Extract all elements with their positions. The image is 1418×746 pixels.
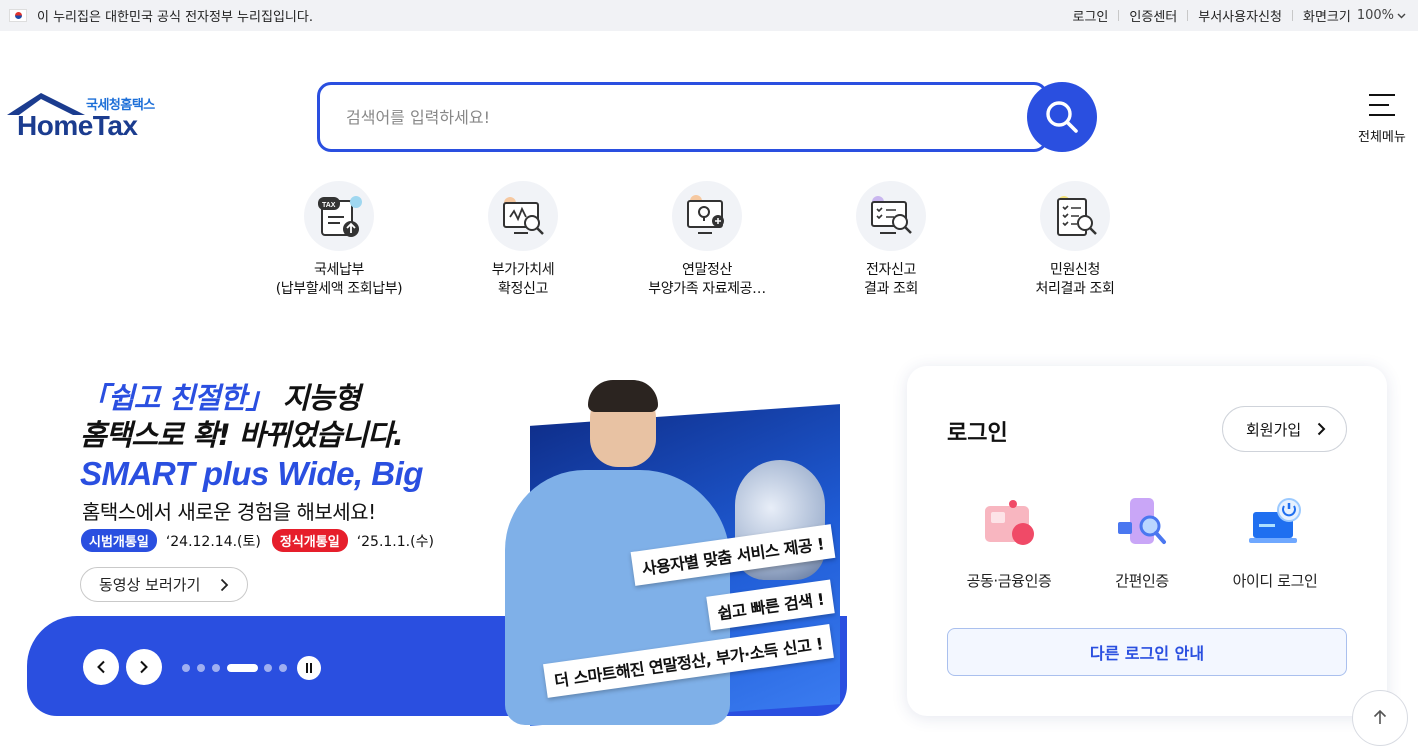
logo-title: HomeTax bbox=[17, 110, 138, 141]
slide-indicator-5[interactable] bbox=[264, 664, 272, 672]
quick-menu-e-filing[interactable]: 전자신고 결과 조회 bbox=[806, 181, 976, 299]
slide-indicator-1[interactable] bbox=[182, 664, 190, 672]
search-box bbox=[317, 82, 1048, 152]
simple-auth-label: 간편인증 bbox=[1115, 572, 1169, 590]
search-input[interactable] bbox=[346, 103, 966, 131]
dept-user-link[interactable]: 부서사용자신청 bbox=[1198, 6, 1282, 25]
zoom-select[interactable]: 100% bbox=[1357, 8, 1406, 23]
quick-menu-civil-petition[interactable]: 민원신청 처리결과 조회 bbox=[990, 181, 1160, 299]
pilot-launch-date: ‘24.12.14.(토) bbox=[165, 533, 261, 550]
hero-headline-rest: 지능형 bbox=[273, 381, 361, 415]
slide-indicator-2[interactable] bbox=[197, 664, 205, 672]
login-card: 로그인 회원가입 공동·금융인증 간편인증 아이디 로그인 다른 로그인 안내 bbox=[907, 366, 1387, 716]
simple-auth-icon bbox=[1112, 494, 1172, 554]
launch-dates: 시범개통일 ‘24.12.14.(토) 정식개통일 ‘25.1.1.(수) bbox=[81, 529, 445, 552]
zoom-value: 100% bbox=[1356, 8, 1394, 23]
quick-menu-label: 부가가치세 확정신고 bbox=[491, 262, 555, 297]
year-end-settlement-icon bbox=[672, 181, 742, 251]
all-menu-label: 전체메뉴 bbox=[1358, 130, 1406, 145]
official-launch-date: ‘25.1.1.(수) bbox=[356, 533, 434, 550]
gov-notice-text[interactable]: 이 누리집은 대한민국 공식 전자정부 누리집입니다. bbox=[37, 6, 313, 25]
divider bbox=[1291, 10, 1293, 21]
id-login-label: 아이디 로그인 bbox=[1232, 572, 1318, 590]
other-login-guide-button[interactable]: 다른 로그인 안내 bbox=[947, 628, 1347, 676]
cert-center-link[interactable]: 인증센터 bbox=[1129, 6, 1177, 25]
quick-menu-label: 국세납부 (납부할세액 조회납부) bbox=[275, 262, 403, 297]
quick-menu-year-end[interactable]: 연말정산 부양가족 자료제공… bbox=[622, 181, 792, 299]
vat-report-icon bbox=[488, 181, 558, 251]
pause-slide-button[interactable] bbox=[297, 656, 321, 680]
slide-indicator-4[interactable] bbox=[227, 664, 258, 672]
login-title: 로그인 bbox=[947, 421, 1008, 446]
hometax-logo[interactable]: 국세청홈택스 HomeTax bbox=[7, 93, 172, 145]
chevron-right-icon bbox=[1317, 422, 1326, 436]
korea-flag-icon bbox=[9, 9, 27, 22]
screen-size-label: 화면크기 bbox=[1302, 10, 1351, 25]
watch-video-label: 동영상 보러가기 bbox=[99, 576, 201, 594]
quick-menu-label: 연말정산 부양가족 자료제공… bbox=[648, 262, 766, 297]
pilot-launch-badge: 시범개통일 bbox=[81, 529, 157, 552]
chevron-down-icon bbox=[1397, 13, 1406, 18]
all-menu-button[interactable]: 전체메뉴 bbox=[1352, 92, 1412, 145]
id-login-icon bbox=[1245, 494, 1305, 554]
official-launch-badge: 정식개통일 bbox=[271, 529, 348, 552]
hero-illustration: 사용자별 맞춤 서비스 제공 ! 쉽고 빠른 검색 ! 더 스마트해진 연말정산… bbox=[500, 380, 845, 726]
slide-indicator-3[interactable] bbox=[212, 664, 220, 672]
utility-links: 로그인 인증센터 부서사용자신청 화면크기 100% bbox=[1073, 0, 1406, 31]
sign-up-button[interactable]: 회원가입 bbox=[1222, 406, 1347, 452]
chevron-right-icon bbox=[220, 578, 229, 592]
simple-auth-option[interactable]: 간편인증 bbox=[1077, 494, 1207, 591]
quick-menu-vat[interactable]: 부가가치세 확정신고 bbox=[438, 181, 608, 299]
pause-icon bbox=[306, 663, 312, 673]
quick-menu-label: 민원신청 처리결과 조회 bbox=[1035, 262, 1115, 297]
hero-subtitle: 홈택스에서 새로운 경험을 해보세요! bbox=[82, 500, 376, 524]
hero-slogan: SMART plus Wide, Big bbox=[80, 455, 423, 492]
scroll-to-top-button[interactable] bbox=[1352, 690, 1408, 746]
e-filing-result-icon bbox=[856, 181, 926, 251]
search-button[interactable] bbox=[1027, 82, 1097, 152]
search-icon bbox=[1046, 101, 1078, 133]
chevron-left-icon bbox=[97, 660, 105, 674]
certificate-icon bbox=[979, 494, 1039, 554]
certificate-login-option[interactable]: 공동·금융인증 bbox=[944, 494, 1074, 591]
sign-up-label: 회원가입 bbox=[1246, 420, 1302, 439]
quick-menu-label: 전자신고 결과 조회 bbox=[864, 262, 918, 297]
svg-text:TAX: TAX bbox=[322, 202, 336, 209]
presenter-hair bbox=[588, 380, 658, 412]
id-login-option[interactable]: 아이디 로그인 bbox=[1210, 494, 1340, 591]
slide-indicator-6[interactable] bbox=[279, 664, 287, 672]
arrow-up-icon bbox=[1373, 709, 1387, 724]
prev-slide-button[interactable] bbox=[83, 649, 119, 685]
civil-petition-icon bbox=[1040, 181, 1110, 251]
hero-headline-2: 홈택스로 확! 바뀌었습니다. bbox=[80, 418, 404, 452]
next-slide-button[interactable] bbox=[126, 649, 162, 685]
chevron-right-icon bbox=[140, 660, 148, 674]
tax-payment-icon: TAX bbox=[304, 181, 374, 251]
hero-headline: 「쉽고 친절한」 지능형 홈택스로 확! 바뀌었습니다. bbox=[80, 380, 404, 454]
quick-menu-tax-payment[interactable]: TAX 국세납부 (납부할세액 조회납부) bbox=[254, 181, 424, 299]
gov-notice-bar: 이 누리집은 대한민국 공식 전자정부 누리집입니다. 로그인 인증센터 부서사… bbox=[0, 0, 1418, 31]
divider bbox=[1187, 10, 1189, 21]
certificate-login-label: 공동·금융인증 bbox=[966, 572, 1052, 590]
login-link[interactable]: 로그인 bbox=[1073, 6, 1109, 25]
hero-quote: 「쉽고 친절한」 bbox=[80, 381, 274, 415]
divider bbox=[1118, 10, 1120, 21]
hamburger-icon bbox=[1369, 94, 1395, 116]
watch-video-button[interactable]: 동영상 보러가기 bbox=[80, 567, 248, 602]
